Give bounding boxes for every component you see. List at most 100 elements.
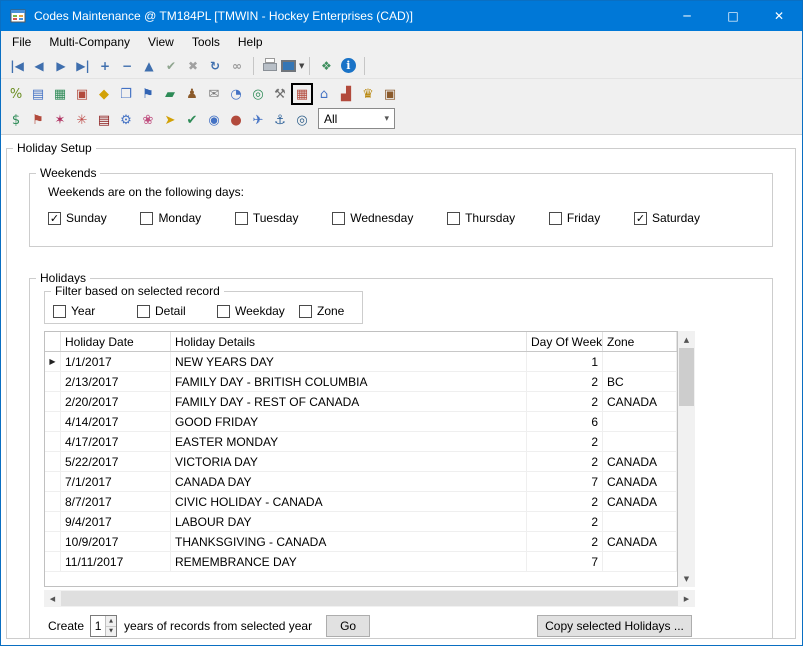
filter-checkbox-zone[interactable]: Zone — [299, 304, 344, 318]
globe-blue-codes-icon[interactable]: ◎ — [292, 110, 312, 130]
anchor-codes-icon[interactable]: ⚓ — [270, 110, 290, 130]
grid-vertical-scrollbar[interactable]: ▲ ▼ — [678, 331, 695, 587]
link-records-button[interactable]: ∞ — [226, 55, 248, 77]
percent-codes-icon[interactable]: % — [6, 84, 26, 104]
checkbox-box[interactable] — [217, 305, 230, 318]
vertical-scroll-track[interactable] — [678, 348, 695, 570]
holiday-row[interactable]: 4/17/2017EASTER MONDAY2 — [45, 432, 677, 452]
filter-checkbox-year[interactable]: Year — [53, 304, 137, 318]
checkbox-box[interactable] — [137, 305, 150, 318]
horizontal-scroll-track[interactable] — [61, 590, 678, 607]
next-record-button[interactable]: ▶ — [50, 55, 72, 77]
weekend-checkbox-tuesday[interactable]: Tuesday — [235, 211, 299, 225]
checkbox-box[interactable] — [299, 305, 312, 318]
checkbox-box[interactable]: ✓ — [48, 212, 61, 225]
filter-checkbox-weekday[interactable]: Weekday — [217, 304, 299, 318]
menu-item-tools[interactable]: Tools — [183, 32, 229, 52]
flower-codes-icon[interactable]: ❀ — [138, 110, 158, 130]
insert-record-button[interactable]: + — [94, 55, 116, 77]
clock-codes-icon[interactable]: ◔ — [226, 84, 246, 104]
gear-codes-icon[interactable]: ⚙ — [116, 110, 136, 130]
scroll-right-button[interactable]: ▶ — [678, 590, 695, 607]
currency-codes-icon[interactable]: $ — [6, 110, 26, 130]
years-count-spinner[interactable]: 1 ▲ ▼ — [90, 615, 117, 637]
first-record-button[interactable]: |◀ — [6, 55, 28, 77]
post-edit-button[interactable]: ✔ — [160, 55, 182, 77]
checkbox-box[interactable] — [235, 212, 248, 225]
holiday-row[interactable]: 11/11/2017REMEMBRANCE DAY7 — [45, 552, 677, 572]
holiday-row[interactable]: 2/13/2017FAMILY DAY - BRITISH COLUMBIA2B… — [45, 372, 677, 392]
flag-red-codes-icon[interactable]: ⚑ — [28, 110, 48, 130]
holiday-setup-icon[interactable]: ▦ — [292, 84, 312, 104]
close-button[interactable]: ✕ — [756, 1, 802, 31]
go-button[interactable]: Go — [326, 615, 370, 637]
check-codes-icon[interactable]: ✔ — [182, 110, 202, 130]
driver-codes-icon[interactable]: ♟ — [182, 84, 202, 104]
holiday-row[interactable]: ▶1/1/2017NEW YEARS DAY1 — [45, 352, 677, 372]
prior-record-button[interactable]: ◀ — [28, 55, 50, 77]
maximize-button[interactable]: □ — [710, 1, 756, 31]
checkbox-box[interactable]: ✓ — [634, 212, 647, 225]
weekend-checkbox-sunday[interactable]: ✓Sunday — [48, 211, 107, 225]
holiday-row[interactable]: 7/1/2017CANADA DAY7CANADA — [45, 472, 677, 492]
arrow-codes-icon[interactable]: ➤ — [160, 110, 180, 130]
target-codes-icon[interactable]: ◉ — [204, 110, 224, 130]
column-header-holiday-date[interactable]: Holiday Date — [61, 332, 171, 351]
grid-horizontal-scrollbar[interactable]: ◀ ▶ — [44, 590, 695, 607]
edit-record-button[interactable]: ▲ — [138, 55, 160, 77]
box-codes-icon[interactable]: ▣ — [380, 84, 400, 104]
holiday-row[interactable]: 4/14/2017GOOD FRIDAY6 — [45, 412, 677, 432]
truck-codes-icon[interactable]: ▰ — [160, 84, 180, 104]
burst-codes-icon[interactable]: ✳ — [72, 110, 92, 130]
tools-codes-icon[interactable]: ⚒ — [270, 84, 290, 104]
codes-filter-dropdown[interactable]: All ▾ — [318, 108, 395, 129]
copy-holidays-button[interactable]: Copy selected Holidays ... — [537, 615, 692, 637]
menu-item-file[interactable]: File — [3, 32, 40, 52]
globe-codes-icon[interactable]: ◎ — [248, 84, 268, 104]
checkbox-box[interactable] — [332, 212, 345, 225]
horizontal-scroll-thumb[interactable] — [61, 591, 678, 606]
form-codes-icon[interactable]: ▤ — [28, 84, 48, 104]
column-header-zone[interactable]: Zone — [603, 332, 677, 351]
checkbox-box[interactable] — [549, 212, 562, 225]
scroll-up-button[interactable]: ▲ — [678, 331, 695, 348]
home-codes-icon[interactable]: ⌂ — [314, 84, 334, 104]
holiday-row[interactable]: 10/9/2017THANKSGIVING - CANADA2CANADA — [45, 532, 677, 552]
report-codes-icon[interactable]: ▤ — [94, 110, 114, 130]
refresh-button[interactable]: ↻ — [204, 55, 226, 77]
star-codes-icon[interactable]: ✶ — [50, 110, 70, 130]
filter-checkbox-detail[interactable]: Detail — [137, 304, 217, 318]
chart-codes-icon[interactable]: ▦ — [50, 84, 70, 104]
cancel-edit-button[interactable]: ✖ — [182, 55, 204, 77]
weekend-checkbox-saturday[interactable]: ✓Saturday — [634, 211, 700, 225]
badge-codes-icon[interactable]: ◆ — [94, 84, 114, 104]
scroll-down-button[interactable]: ▼ — [678, 570, 695, 587]
copy-codes-icon[interactable]: ❐ — [116, 84, 136, 104]
calendar-codes-icon[interactable]: ▣ — [72, 84, 92, 104]
last-record-button[interactable]: ▶| — [72, 55, 94, 77]
crown-codes-icon[interactable]: ♛ — [358, 84, 378, 104]
menu-item-view[interactable]: View — [139, 32, 183, 52]
checkbox-box[interactable] — [140, 212, 153, 225]
about-button[interactable]: i — [337, 55, 359, 77]
window-list-button[interactable]: ❖ — [315, 55, 337, 77]
flag-codes-icon[interactable]: ⚑ — [138, 84, 158, 104]
delete-record-button[interactable]: − — [116, 55, 138, 77]
vertical-scroll-thumb[interactable] — [679, 348, 694, 406]
holiday-row[interactable]: 2/20/2017FAMILY DAY - REST OF CANADA2CAN… — [45, 392, 677, 412]
mail-codes-icon[interactable]: ✉ — [204, 84, 224, 104]
scroll-left-button[interactable]: ◀ — [44, 590, 61, 607]
weekend-checkbox-friday[interactable]: Friday — [549, 211, 600, 225]
weekend-checkbox-thursday[interactable]: Thursday — [447, 211, 515, 225]
holiday-row[interactable]: 9/4/2017LABOUR DAY2 — [45, 512, 677, 532]
plane-codes-icon[interactable]: ✈ — [248, 110, 268, 130]
column-header-day-of-week[interactable]: Day Of Week — [527, 332, 603, 351]
menu-item-help[interactable]: Help — [229, 32, 272, 52]
column-header-holiday-details[interactable]: Holiday Details — [171, 332, 527, 351]
minimize-button[interactable]: ─ — [664, 1, 710, 31]
spin-down-button[interactable]: ▼ — [106, 627, 116, 637]
holiday-row[interactable]: 8/7/2017CIVIC HOLIDAY - CANADA2CANADA — [45, 492, 677, 512]
menu-item-multi-company[interactable]: Multi-Company — [40, 32, 139, 52]
weekend-checkbox-wednesday[interactable]: Wednesday — [332, 211, 413, 225]
weekend-checkbox-monday[interactable]: Monday — [140, 211, 201, 225]
